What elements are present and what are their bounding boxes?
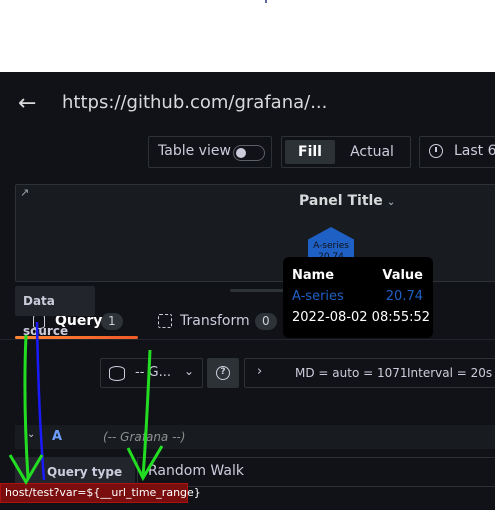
data-source-value: -- G... <box>135 365 171 380</box>
question-circle-icon: ? <box>216 366 230 380</box>
panel-title[interactable]: Panel Title ⌄ <box>299 193 395 209</box>
data-source-help-button[interactable]: ? <box>207 358 239 388</box>
query-type-select[interactable]: Random Walk <box>137 457 495 487</box>
table-view-toggle[interactable]: Table view <box>148 136 272 168</box>
tabs-divider <box>0 339 495 340</box>
time-range-picker[interactable]: Last 6 <box>419 136 495 168</box>
pane-splitter[interactable] <box>230 289 290 292</box>
tooltip-series-name: A-series <box>292 289 344 304</box>
clock-icon <box>429 144 443 158</box>
transform-icon <box>158 314 172 328</box>
tab-transform[interactable]: Transform 0 <box>156 312 286 342</box>
fill-actual-toggle: Fill Actual <box>281 136 411 168</box>
tooltip-value-header: Value <box>382 268 423 283</box>
switch-knob <box>236 148 246 158</box>
arrow-left-icon: ← <box>18 91 37 116</box>
data-source-label: Data source <box>15 286 95 338</box>
top-dot-mark <box>265 0 267 3</box>
query-row-header[interactable]: ⌄ A (-- Grafana --) <box>15 425 495 449</box>
table-view-label: Table view <box>158 143 231 159</box>
tab-transform-label: Transform <box>180 313 250 329</box>
actual-button[interactable]: Actual <box>342 140 402 164</box>
collapse-chevron-icon[interactable]: ⌄ <box>27 429 35 440</box>
back-button[interactable]: ← <box>18 92 46 116</box>
tab-transform-count: 0 <box>255 313 277 330</box>
external-link-icon[interactable]: ↗ <box>20 187 32 199</box>
chevron-down-icon: ⌄ <box>184 364 195 378</box>
query-interval: Interval = 20s <box>407 366 493 380</box>
page-title: https://github.com/grafana/... <box>62 92 328 113</box>
hover-tooltip: Name Value A-series 20.74 2022-08-02 08:… <box>283 257 433 338</box>
data-source-picker[interactable]: -- G... ⌄ <box>100 358 203 388</box>
tab-query-count: 1 <box>101 313 123 330</box>
table-view-switch[interactable] <box>233 145 265 161</box>
fill-button[interactable]: Fill <box>285 140 335 164</box>
max-data-points: MD = auto = 1071 <box>295 366 408 380</box>
browser-top-area <box>0 0 495 72</box>
chevron-down-icon: ⌄ <box>386 197 396 208</box>
query-options[interactable]: › MD = auto = 1071 Interval = 20s <box>244 358 495 388</box>
query-datasource-hint: (-- Grafana --) <box>103 430 186 444</box>
tooltip-series-value: 20.74 <box>385 289 423 304</box>
query-type-value: Random Walk <box>148 463 244 479</box>
query-ref-id[interactable]: A <box>52 429 62 444</box>
time-range-label: Last 6 <box>454 143 495 159</box>
tooltip-name-header: Name <box>292 268 335 283</box>
status-bar-url: host/test?var=${__url_time_range} <box>0 483 201 503</box>
panel-title-text: Panel Title <box>299 193 383 209</box>
database-icon <box>109 366 125 381</box>
tooltip-timestamp: 2022-08-02 08:55:52 <box>292 310 431 325</box>
chevron-right-icon: › <box>257 364 263 379</box>
hexagon-label: A-series <box>313 241 349 251</box>
